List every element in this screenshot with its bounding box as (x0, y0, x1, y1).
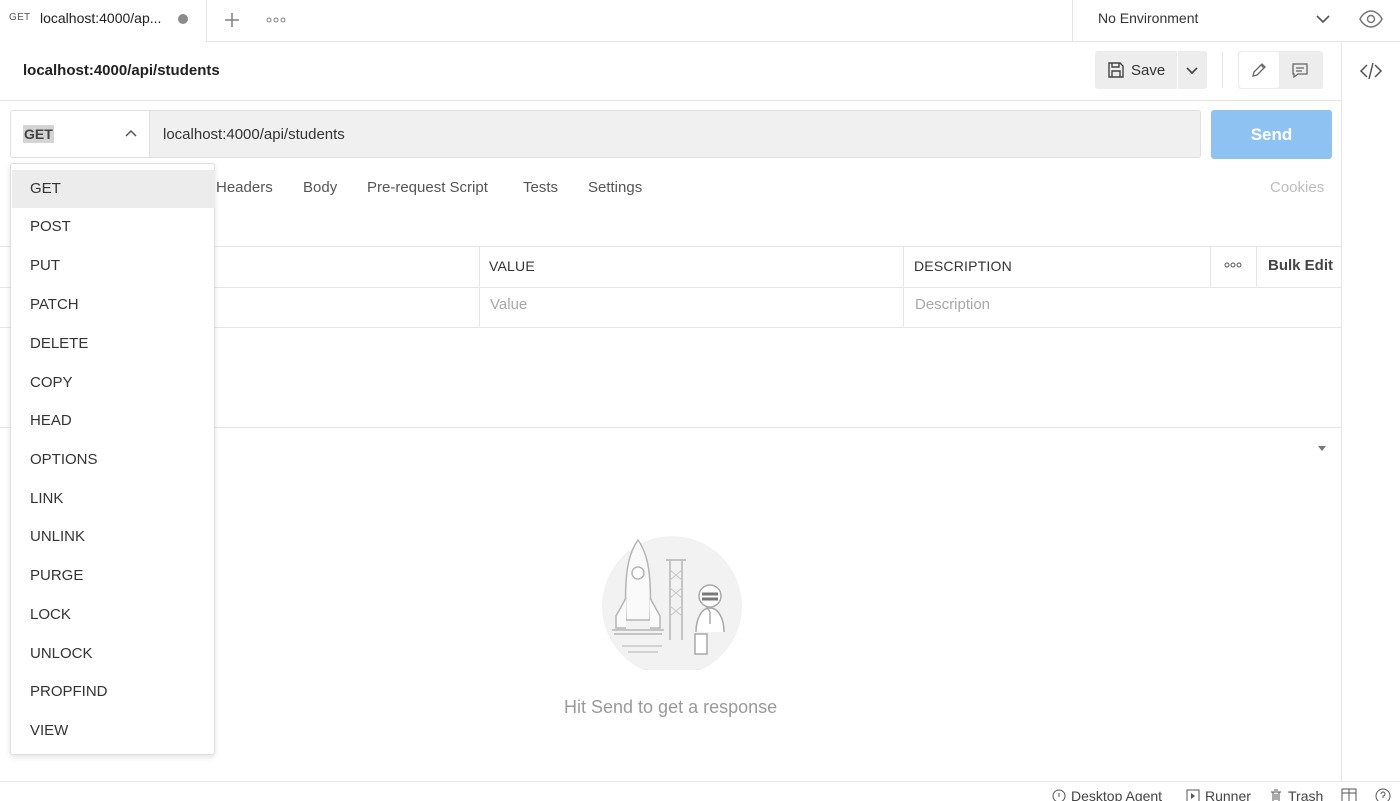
desktop-agent-button[interactable]: Desktop Agent (1052, 788, 1162, 801)
view-mode-toggle (1238, 51, 1323, 89)
menu-item-copy[interactable]: COPY (12, 364, 215, 402)
rocket-illustration (602, 536, 742, 670)
environment-selector[interactable]: No Environment (1072, 0, 1342, 42)
eye-icon[interactable] (1358, 6, 1384, 32)
info-icon (1052, 789, 1066, 801)
comment-icon[interactable] (1280, 52, 1322, 88)
unsaved-dot-icon (178, 14, 188, 24)
play-icon (1186, 789, 1200, 801)
save-icon (1107, 61, 1125, 79)
column-header-description: DESCRIPTION (914, 258, 1012, 274)
menu-item-put[interactable]: PUT (12, 247, 215, 285)
more-horizontal-icon[interactable] (1223, 257, 1243, 273)
tab-pre-request-script[interactable]: Pre-request Script (367, 179, 488, 196)
trash-icon (1271, 789, 1281, 801)
runner-label: Runner (1205, 788, 1251, 801)
save-divider (1177, 51, 1178, 89)
tab-settings[interactable]: Settings (588, 179, 642, 196)
column-divider (903, 246, 904, 327)
menu-item-propfind[interactable]: PROPFIND (12, 673, 215, 711)
bulk-edit-link[interactable]: Bulk Edit (1268, 257, 1333, 274)
column-divider (1210, 246, 1211, 287)
chevron-up-icon (122, 125, 140, 143)
pencil-icon[interactable] (1239, 52, 1279, 88)
trash-label: Trash (1288, 788, 1324, 801)
plus-icon[interactable] (220, 8, 244, 32)
chevron-down-icon[interactable] (1183, 61, 1201, 79)
menu-item-head[interactable]: HEAD (12, 402, 215, 440)
tab-method: GET (9, 12, 31, 23)
menu-item-patch[interactable]: PATCH (12, 286, 215, 324)
method-dropdown-menu: GET POST PUT PATCH DELETE COPY HEAD OPTI… (10, 163, 215, 755)
tab-body[interactable]: Body (303, 179, 337, 196)
code-icon[interactable] (1359, 59, 1383, 83)
menu-item-purge[interactable]: PURGE (12, 557, 215, 595)
tab-title: localhost:4000/ap... (40, 10, 162, 26)
save-button-group: Save (1095, 51, 1207, 89)
method-select[interactable]: GET (10, 110, 150, 158)
description-field[interactable]: Description (915, 296, 990, 313)
status-bar: Desktop Agent Runner Trash (0, 781, 1400, 801)
environment-label: No Environment (1098, 10, 1199, 26)
tab-tests[interactable]: Tests (523, 179, 558, 196)
tab-headers[interactable]: Headers (216, 179, 273, 196)
help-icon[interactable] (1375, 788, 1391, 801)
menu-item-delete[interactable]: DELETE (12, 325, 215, 363)
menu-item-get[interactable]: GET (12, 170, 215, 208)
tab-bar: GET localhost:4000/ap... No Environment (0, 0, 1400, 42)
menu-item-link[interactable]: LINK (12, 480, 215, 518)
menu-item-options[interactable]: OPTIONS (12, 441, 215, 479)
save-label: Save (1131, 62, 1166, 79)
column-divider (479, 246, 480, 327)
column-header-value: VALUE (489, 258, 535, 274)
right-sidebar (1341, 42, 1400, 781)
chevron-down-icon (1313, 9, 1333, 29)
response-empty-message: Hit Send to get a response (564, 697, 778, 717)
more-horizontal-icon[interactable] (264, 8, 288, 32)
column-divider (1256, 246, 1257, 287)
request-tab[interactable]: GET localhost:4000/ap... (0, 0, 207, 42)
method-value: GET (23, 125, 54, 143)
desktop-agent-label: Desktop Agent (1071, 788, 1163, 801)
cookies-link[interactable]: Cookies (1270, 179, 1324, 196)
divider (0, 100, 1341, 101)
request-name[interactable]: localhost:4000/api/students (23, 62, 220, 79)
value-field[interactable]: Value (490, 296, 527, 313)
send-button[interactable]: Send (1211, 110, 1332, 159)
caret-down-icon[interactable] (1316, 441, 1328, 453)
menu-item-unlock[interactable]: UNLOCK (12, 635, 215, 673)
menu-item-lock[interactable]: LOCK (12, 596, 215, 634)
url-input[interactable] (150, 110, 1201, 158)
runner-button[interactable]: Runner (1186, 788, 1251, 801)
menu-item-view[interactable]: VIEW (12, 712, 215, 750)
menu-item-unlink[interactable]: UNLINK (12, 518, 215, 556)
save-button[interactable]: Save (1095, 51, 1177, 89)
two-pane-icon[interactable] (1341, 788, 1357, 801)
trash-button[interactable]: Trash (1269, 788, 1323, 801)
divider (1222, 52, 1223, 88)
menu-item-post[interactable]: POST (12, 208, 215, 246)
